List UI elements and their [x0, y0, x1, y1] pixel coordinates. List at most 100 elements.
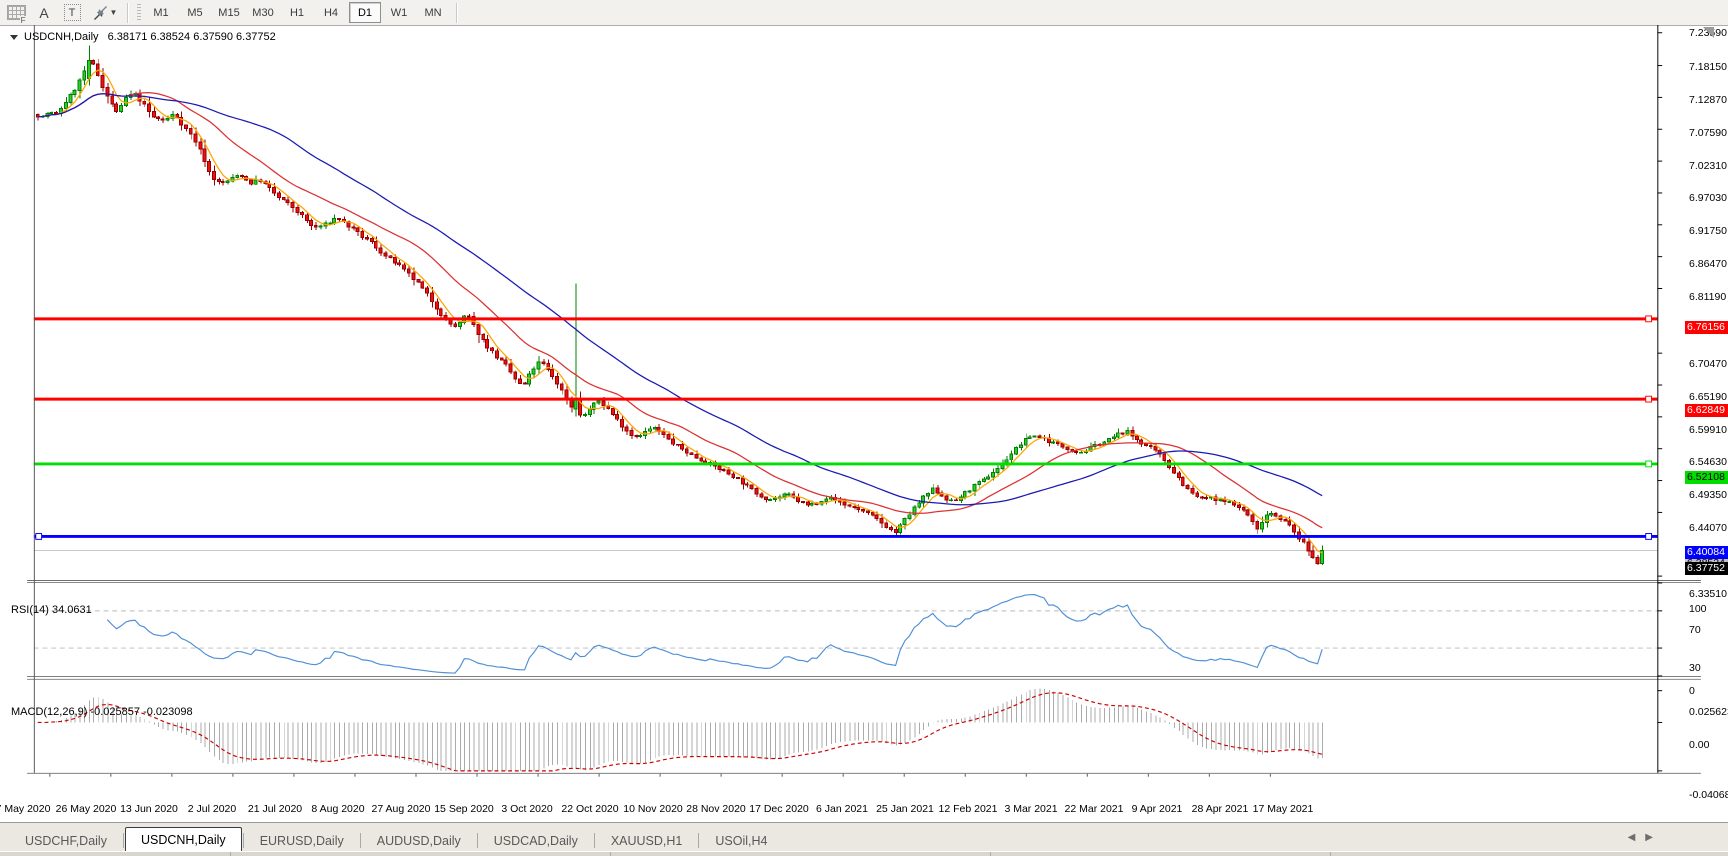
tab-separator: [476, 833, 478, 848]
candle-up: [1265, 514, 1269, 523]
candle-down: [879, 517, 884, 524]
candle-down: [388, 255, 393, 258]
timeframe-button-W1[interactable]: W1: [383, 2, 415, 23]
tab-usdcnh-daily[interactable]: USDCNH,Daily: [124, 827, 242, 852]
candle-down: [1236, 504, 1241, 508]
tab-audusd-daily[interactable]: AUDUSD,Daily: [362, 830, 476, 852]
ohlc-values: 6.38171 6.38524 6.37590 6.37752: [107, 31, 276, 43]
candle-up: [652, 426, 657, 430]
candle-down: [105, 86, 110, 97]
candle-down: [523, 382, 527, 385]
candle-up: [824, 498, 829, 503]
timeframe-button-MN[interactable]: MN: [417, 2, 449, 23]
toolbar-grip[interactable]: [137, 3, 141, 22]
candle-up: [235, 175, 240, 179]
candle-down: [699, 457, 704, 462]
chart-canvas[interactable]: [0, 25, 1728, 798]
chart-shift-marker[interactable]: [1703, 27, 1714, 38]
candle-down: [1065, 446, 1070, 451]
candle-up: [1107, 438, 1112, 443]
candle-down: [796, 496, 801, 502]
candle-down: [944, 495, 949, 501]
timeframe-button-H1[interactable]: H1: [281, 2, 313, 23]
line-handle-right[interactable]: [1645, 395, 1653, 403]
candle-down: [188, 128, 193, 135]
candle-up: [647, 428, 652, 432]
timeframe-button-M30[interactable]: M30: [247, 2, 279, 23]
candle-up: [536, 361, 541, 370]
timeframe-group: M1 M5 M15 M30 H1 H4 D1 W1 MN: [144, 2, 450, 23]
line-handle-left[interactable]: [35, 533, 43, 540]
candle-down: [248, 179, 253, 185]
candle-down: [373, 241, 378, 249]
tab-separator: [242, 833, 244, 848]
tab-usdchf-daily[interactable]: USDCHF,Daily: [10, 830, 122, 852]
candle-up: [253, 179, 258, 185]
candle-up: [1227, 501, 1232, 504]
timeframe-button-M15[interactable]: M15: [213, 2, 245, 23]
candle-down: [290, 202, 295, 209]
tab-eurusd-daily[interactable]: EURUSD,Daily: [245, 830, 359, 852]
candle-down: [1195, 492, 1200, 498]
candle-down: [365, 236, 370, 240]
hline-price-chip[interactable]: 6.40084: [1685, 545, 1728, 559]
candle-down: [1153, 446, 1158, 451]
ma-line-fast: [37, 69, 1323, 554]
timeframe-button-M1[interactable]: M1: [145, 2, 177, 23]
candle-down: [1074, 450, 1079, 453]
candle-down: [634, 434, 639, 438]
candle-down: [406, 268, 411, 274]
timeframe-button-D1[interactable]: D1: [349, 2, 381, 23]
tab-usdcad-daily[interactable]: USDCAD,Daily: [479, 830, 593, 852]
hline-price-chip[interactable]: 6.52108: [1685, 471, 1728, 485]
line-handle-right[interactable]: [1645, 460, 1653, 468]
timeframe-button-M5[interactable]: M5: [179, 2, 211, 23]
candle-down: [1283, 518, 1288, 522]
price-axis-label: 6.44070: [1689, 522, 1727, 535]
grid-f-icon[interactable]: F: [4, 3, 28, 25]
candle-up: [458, 322, 463, 327]
price-axis-label: 7.07590: [1689, 126, 1727, 139]
candle-up: [917, 502, 922, 508]
tabs-scroll-right-icon[interactable]: ▶: [1645, 832, 1653, 843]
line-handle-right[interactable]: [1645, 533, 1653, 540]
candle-down: [1190, 488, 1195, 494]
candle-up: [809, 502, 814, 506]
candle-down: [1130, 430, 1135, 437]
chart-dropdown-icon[interactable]: [10, 34, 18, 40]
toolbar-separator-2: [456, 2, 458, 23]
candle-down: [503, 359, 508, 365]
tab-usoil-h4[interactable]: USOil,H4: [700, 830, 782, 852]
candle-down: [541, 361, 546, 364]
candle-down: [281, 197, 286, 201]
candle-down: [110, 95, 115, 105]
candle-down: [726, 469, 731, 475]
tab-xauusd-h1[interactable]: XAUUSD,H1: [596, 830, 698, 852]
tabs-scroll-left-icon[interactable]: ◀: [1628, 832, 1636, 843]
hline-price-chip[interactable]: 6.62849: [1685, 404, 1728, 418]
tab-separator: [122, 833, 124, 848]
candle-up: [1218, 498, 1223, 502]
candle-down: [736, 477, 741, 480]
price-axis-label: 6.97030: [1689, 192, 1727, 205]
timeframe-button-H4[interactable]: H4: [315, 2, 347, 23]
candle-down: [476, 323, 481, 336]
candle-down: [611, 408, 616, 416]
candle-up: [1125, 430, 1130, 435]
trading-app-window: F A T ▼ M1 M5 M15 M30 H1 H4 D1 W1 MN USDCNH,Dail…: [0, 0, 1728, 856]
candle-up: [638, 435, 643, 438]
candle-down: [416, 278, 421, 283]
text-box-icon[interactable]: T: [60, 3, 84, 23]
text-a-icon[interactable]: A: [32, 3, 56, 23]
date-label: 3 Mar 2021: [1004, 803, 1058, 815]
candle-up: [1111, 436, 1116, 440]
candle-down: [337, 217, 341, 221]
hline-price-chip[interactable]: 6.76156: [1685, 321, 1728, 335]
price-axis-label: 7.02310: [1689, 159, 1727, 172]
objects-arrow-icon[interactable]: ▼: [88, 3, 122, 23]
candle-down: [1172, 467, 1176, 474]
candle-down: [1148, 445, 1153, 448]
line-handle-right[interactable]: [1645, 315, 1653, 323]
date-label: 28 Nov 2020: [686, 803, 746, 815]
date-label: 13 Jun 2020: [120, 803, 178, 815]
